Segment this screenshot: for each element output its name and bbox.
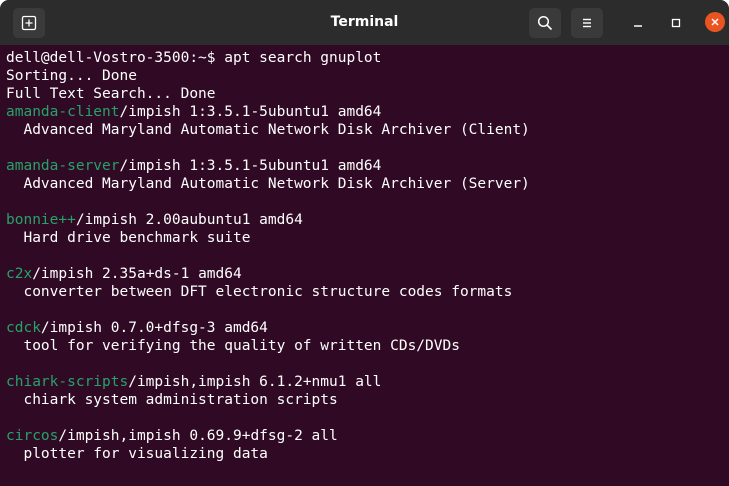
package-line: chiark-scripts/impish,impish 6.1.2+nmu1 … [6,373,729,391]
package-info: /impish,impish 0.69.9+dfsg-2 all [58,428,338,444]
package-line: amanda-client/impish 1:3.5.1-5ubuntu1 am… [6,103,729,121]
package-info: /impish 0.7.0+dfsg-3 amd64 [40,320,268,336]
package-name: c2x [6,266,33,282]
package-info: /impish 2.00aubuntu1 amd64 [75,212,303,228]
close-button[interactable] [705,12,725,32]
maximize-icon [671,18,681,28]
hamburger-menu-icon [583,18,591,28]
package-description: Advanced Maryland Automatic Network Disk… [6,176,530,192]
package-line: cdck/impish 0.7.0+dfsg-3 amd64 [6,319,729,337]
package-line: circos/impish,impish 0.69.9+dfsg-2 all [6,427,729,445]
command-text: apt search gnuplot [224,50,382,66]
package-description: chiark system administration scripts [6,392,338,408]
package-name: amanda-server [6,158,120,174]
package-info: /impish 2.35a+ds-1 amd64 [32,266,242,282]
terminal-window: Terminal dell@dell-Vostro-3500:~$ apt se… [0,0,729,486]
search-button[interactable] [529,8,561,38]
window-title: Terminal [330,14,399,30]
new-tab-button[interactable] [13,8,45,38]
package-name: cdck [6,320,41,336]
package-description: plotter for visualizing data [6,446,268,462]
package-name: circos [6,428,59,444]
package-name: amanda-client [6,104,120,120]
package-name: chiark-scripts [6,374,129,390]
shell-prompt: dell@dell-Vostro-3500:~$ [6,50,225,66]
title-bar[interactable]: Terminal [0,0,729,45]
command-line: dell@dell-Vostro-3500:~$ apt search gnup… [6,49,729,67]
menu-button[interactable] [571,8,603,38]
new-tab-icon [21,15,37,31]
maximize-button[interactable] [665,12,687,34]
package-description: Advanced Maryland Automatic Network Disk… [6,122,530,138]
search-icon [537,15,553,31]
package-line: bonnie++/impish 2.00aubuntu1 amd64 [6,211,729,229]
package-info: /impish 1:3.5.1-5ubuntu1 amd64 [119,104,382,120]
package-line: c2x/impish 2.35a+ds-1 amd64 [6,265,729,283]
package-name: bonnie++ [6,212,76,228]
package-description: converter between DFT electronic structu… [6,284,513,300]
package-description: Hard drive benchmark suite [6,230,251,246]
package-description: tool for verifying the quality of writte… [6,338,460,354]
package-info: /impish 1:3.5.1-5ubuntu1 amd64 [119,158,382,174]
close-icon [711,18,719,26]
status-line: Full Text Search... Done [6,86,216,102]
minimize-button[interactable] [627,12,649,34]
minimize-icon [634,25,642,27]
terminal-output[interactable]: dell@dell-Vostro-3500:~$ apt search gnup… [0,45,729,486]
status-line: Sorting... Done [6,68,137,84]
package-line: amanda-server/impish 1:3.5.1-5ubuntu1 am… [6,157,729,175]
package-info: /impish,impish 6.1.2+nmu1 all [128,374,382,390]
